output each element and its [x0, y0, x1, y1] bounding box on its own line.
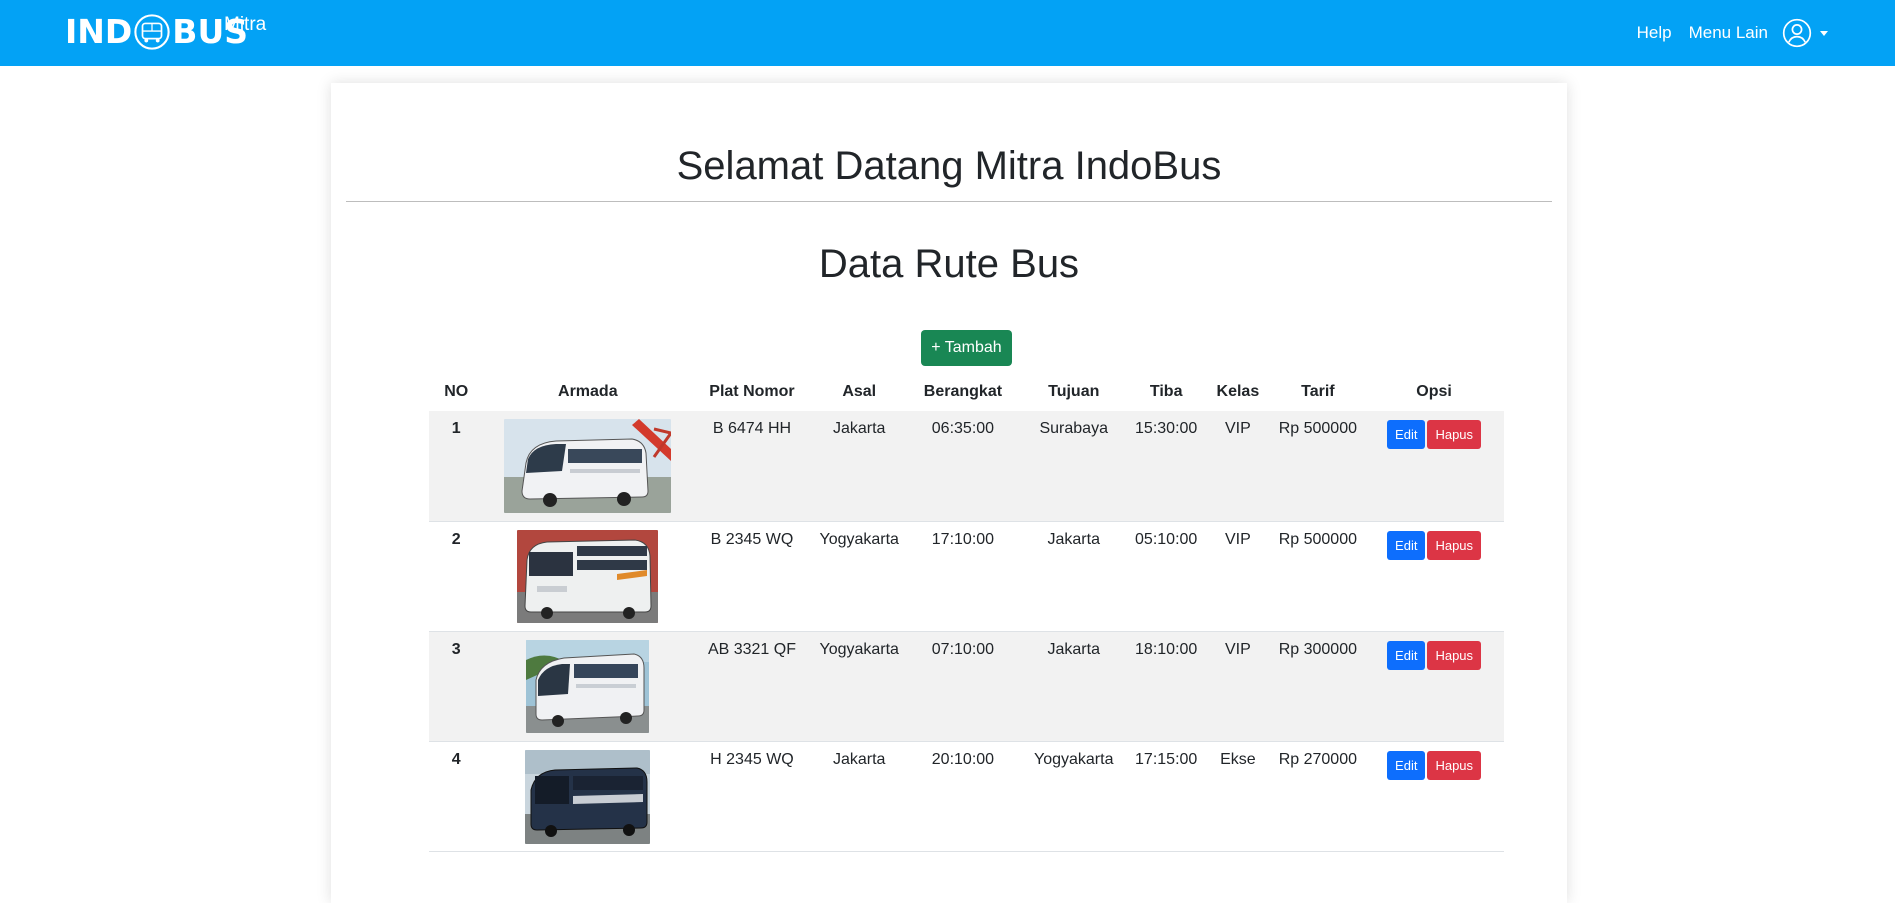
- header-berangkat: Berangkat: [923, 383, 1003, 400]
- kelas-cell: VIP: [1204, 631, 1272, 742]
- opsi-cell: Edit Hapus: [1364, 521, 1504, 632]
- section-title: Data Rute Bus: [818, 242, 1080, 286]
- table-row: 1 B 6474 HH Jakarta 06:35:00 Surabaya 15…: [429, 411, 1504, 522]
- tarif-cell: Rp 500000: [1271, 411, 1365, 522]
- welcome-heading: Selamat Datang Mitra IndoBus: [676, 144, 1222, 188]
- delete-button[interactable]: Hapus: [1427, 750, 1482, 780]
- edit-button[interactable]: Edit: [1387, 750, 1426, 780]
- berangkat-cell: 17:10:00: [906, 521, 1020, 632]
- table-row: 2 B 2345 WQ Yogyakarta 17:10:00 Jakarta …: [429, 521, 1504, 632]
- armada-cell: [483, 741, 693, 852]
- berangkat-cell: 07:10:00: [906, 631, 1020, 742]
- asal-cell: Yogyakarta: [811, 521, 907, 632]
- armada-cell: [483, 631, 693, 742]
- asal-cell: Yogyakarta: [811, 631, 907, 742]
- tiba-cell: 17:15:00: [1128, 741, 1205, 852]
- header-tarif: Tarif: [1301, 383, 1335, 400]
- tarif-cell: Rp 270000: [1271, 741, 1365, 852]
- header-armada: Armada: [558, 383, 618, 400]
- kelas-cell: Ekse: [1204, 741, 1272, 852]
- header-opsi: Opsi: [1416, 383, 1452, 400]
- caret-down-icon: [1820, 30, 1828, 36]
- row-no: 1: [429, 411, 484, 522]
- header-tujuan: Tujuan: [1048, 383, 1100, 400]
- header-kelas: Kelas: [1216, 383, 1260, 400]
- table-header-row: NO Armada Plat Nomor Asal Berangkat Tuju…: [429, 373, 1504, 411]
- route-table: NO Armada Plat Nomor Asal Berangkat Tuju…: [429, 373, 1504, 852]
- armada-cell: [483, 411, 693, 522]
- opsi-cell: Edit Hapus: [1364, 411, 1504, 522]
- bus-photo: [525, 749, 651, 844]
- bus-photo: [526, 639, 650, 733]
- plat-cell: H 2345 WQ: [692, 741, 812, 852]
- plat-cell: B 6474 HH: [692, 411, 812, 522]
- tarif-cell: Rp 500000: [1271, 521, 1365, 632]
- nav-link-menu-lain[interactable]: Menu Lain: [1689, 23, 1768, 43]
- berangkat-cell: 20:10:00: [906, 741, 1020, 852]
- tiba-cell: 15:30:00: [1128, 411, 1205, 522]
- add-route-button[interactable]: + Tambah: [921, 330, 1012, 366]
- edit-button[interactable]: Edit: [1387, 420, 1426, 449]
- user-circle-icon: [1782, 18, 1812, 48]
- header-no: NO: [444, 383, 469, 400]
- asal-cell: Jakarta: [811, 741, 907, 852]
- divider: [346, 201, 1552, 202]
- tiba-cell: 05:10:00: [1128, 521, 1205, 632]
- brand-logo-link[interactable]: IND BUS: [65, 12, 248, 52]
- armada-cell: [483, 521, 693, 632]
- bus-logo-icon: [134, 14, 170, 50]
- tujuan-cell: Jakarta: [1019, 631, 1129, 742]
- plat-cell: B 2345 WQ: [692, 521, 812, 632]
- bus-photo: [504, 419, 672, 513]
- row-no: 4: [429, 741, 484, 852]
- tujuan-cell: Jakarta: [1019, 521, 1129, 632]
- bus-photo: [517, 529, 659, 623]
- brand-subtitle: Mitra: [224, 14, 267, 35]
- nav-menu: Help Menu Lain: [1620, 16, 1828, 50]
- delete-button[interactable]: Hapus: [1427, 530, 1482, 560]
- berangkat-cell: 06:35:00: [906, 411, 1020, 522]
- edit-button[interactable]: Edit: [1387, 640, 1426, 670]
- delete-button[interactable]: Hapus: [1427, 640, 1482, 670]
- opsi-cell: Edit Hapus: [1364, 631, 1504, 742]
- top-navbar: IND BUS Mitra Help Menu Lain: [0, 0, 1895, 66]
- tarif-cell: Rp 300000: [1271, 631, 1365, 742]
- plat-cell: AB 3321 QF: [692, 631, 812, 742]
- header-asal: Asal: [842, 383, 877, 400]
- tujuan-cell: Yogyakarta: [1019, 741, 1129, 852]
- edit-button[interactable]: Edit: [1387, 530, 1426, 560]
- main-card: Selamat Datang Mitra IndoBus Data Rute B…: [331, 83, 1567, 903]
- tiba-cell: 18:10:00: [1128, 631, 1205, 742]
- row-no: 3: [429, 631, 484, 742]
- delete-button[interactable]: Hapus: [1427, 420, 1482, 449]
- user-dropdown-toggle[interactable]: [1782, 18, 1828, 48]
- header-tiba: Tiba: [1149, 383, 1183, 400]
- table-row: 3 AB 3321 QF Yogyakarta 07:10:00 Jakarta…: [429, 631, 1504, 742]
- header-plat-nomor: Plat Nomor: [709, 383, 795, 400]
- row-no: 2: [429, 521, 484, 632]
- tujuan-cell: Surabaya: [1019, 411, 1129, 522]
- table-row: 4 H 2345 WQ Jakarta 20:10:00 Yogyakarta …: [429, 741, 1504, 852]
- kelas-cell: VIP: [1204, 521, 1272, 632]
- asal-cell: Jakarta: [811, 411, 907, 522]
- nav-link-help[interactable]: Help: [1637, 23, 1672, 43]
- kelas-cell: VIP: [1204, 411, 1272, 522]
- opsi-cell: Edit Hapus: [1364, 741, 1504, 852]
- brand-text-left: IND: [65, 12, 133, 51]
